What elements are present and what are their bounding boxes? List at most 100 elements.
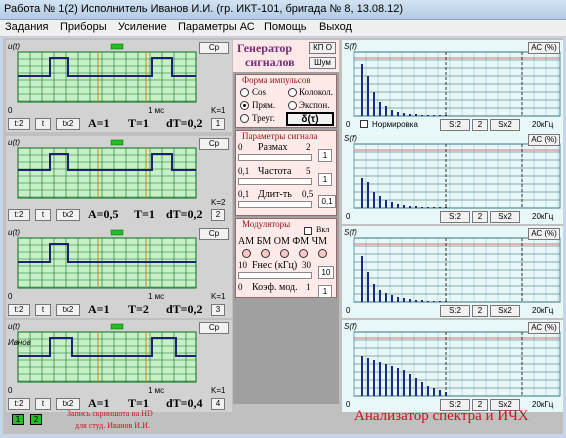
- razmah-max: 2: [306, 142, 311, 152]
- spec-s-div2-button[interactable]: S:2: [440, 211, 470, 223]
- radio-expon[interactable]: [288, 101, 297, 110]
- amplitude-value: A=0,5: [88, 207, 119, 221]
- generator-title: Генератор: [237, 41, 293, 55]
- fnes-slider[interactable]: [238, 272, 312, 279]
- checkbox-sr[interactable]: Ср: [199, 228, 229, 240]
- chastota-slider[interactable]: [238, 178, 312, 185]
- radio-chm[interactable]: [318, 249, 327, 258]
- oscilloscope-2: u(t) Ср t:2 t tx2 A=0,5 T=1 dT=0,2 K=2 2: [6, 136, 232, 228]
- time-div2-button[interactable]: t:2: [8, 304, 30, 316]
- radio-pram[interactable]: [240, 101, 249, 110]
- duration-value: dT=0,2: [166, 302, 203, 316]
- spec-s-button[interactable]: 2: [472, 211, 488, 223]
- radio-treug-label: Треуг.: [252, 113, 275, 123]
- time-div2-button[interactable]: t:2: [8, 398, 30, 410]
- radio-kolokol[interactable]: [288, 88, 297, 97]
- spec-s-div2-button[interactable]: S:2: [440, 119, 470, 131]
- ac-button[interactable]: АС (%): [528, 322, 560, 334]
- gain-button[interactable]: 1: [211, 118, 225, 130]
- gain-button[interactable]: 3: [211, 304, 225, 316]
- title-bar: Работа № 1(2) Исполнитель Иванов И.И. (г…: [0, 0, 566, 20]
- mod-types-label: АМ БМ ОМ ФМ ЧМ: [238, 236, 328, 247]
- vkl-checkbox[interactable]: [304, 227, 312, 235]
- time-x2-button[interactable]: tx2: [56, 118, 80, 130]
- gain-button[interactable]: 2: [211, 209, 225, 221]
- ac-button[interactable]: АС (%): [528, 134, 560, 146]
- checkbox-sr[interactable]: Ср: [199, 138, 229, 150]
- fnes-spin[interactable]: 10: [318, 266, 334, 279]
- oscilloscope-1: u(t) 0 1 мс Ср t:2 t tx2 A=1 T=1 dT=0,2 …: [6, 40, 232, 132]
- time-button[interactable]: t: [35, 118, 51, 130]
- spec-zero: 0: [346, 120, 351, 129]
- radio-cos[interactable]: [240, 88, 249, 97]
- checkbox-sr-label: Ср: [208, 43, 220, 52]
- checkbox-sr[interactable]: Ср: [199, 322, 229, 334]
- dlit-spin[interactable]: 0,1: [318, 195, 336, 208]
- kpo-button[interactable]: КП О: [309, 42, 336, 54]
- time-button[interactable]: t: [35, 209, 51, 221]
- radio-fm[interactable]: [299, 249, 308, 258]
- norm-checkbox[interactable]: [360, 120, 368, 128]
- menu-zadaniya[interactable]: Задания: [5, 21, 48, 33]
- gain-label: K=1: [211, 292, 226, 301]
- period-value: T=2: [128, 302, 149, 316]
- spec-s-button[interactable]: 2: [472, 305, 488, 317]
- generator-panel: Генератор сигналов КП О Шум Форма импуль…: [233, 40, 339, 404]
- razmah-slider[interactable]: [238, 154, 312, 161]
- checkbox-sr[interactable]: Ср: [199, 42, 229, 54]
- koef-spin[interactable]: 1: [318, 285, 332, 298]
- duration-value: dT=0,2: [166, 207, 203, 221]
- menu-usilenie[interactable]: Усиление: [118, 21, 167, 33]
- spec-s-div2-button[interactable]: S:2: [440, 305, 470, 317]
- ac-button[interactable]: АС (%): [528, 228, 560, 240]
- spec-freq: 20кГц: [532, 120, 554, 129]
- chastota-spin[interactable]: 1: [318, 173, 332, 186]
- gain-button[interactable]: 4: [211, 398, 225, 410]
- spec-s-x2-button[interactable]: Sx2: [490, 305, 520, 317]
- delta-button[interactable]: δ(τ): [286, 112, 334, 126]
- footer-note-2: для студ. Иванов И.И.: [75, 421, 150, 430]
- osc-t1: 1 мс: [148, 386, 165, 395]
- radio-cos-label: Cos: [252, 87, 267, 97]
- spec-s-x2-button[interactable]: Sx2: [490, 211, 520, 223]
- duration-value: dT=0,4: [166, 396, 203, 410]
- gain-label: K=1: [211, 106, 226, 115]
- time-button[interactable]: t: [35, 398, 51, 410]
- oscilloscope-3: u(t) 0 1 мс Ср t:2 t tx2 A=1 T=2 dT=0,2 …: [6, 226, 232, 318]
- radio-am[interactable]: [242, 249, 251, 258]
- footer-button-1[interactable]: 1: [12, 414, 24, 425]
- noise-button[interactable]: Шум: [309, 57, 336, 69]
- radio-treug[interactable]: [240, 114, 249, 123]
- osc-t1: 1 мс: [148, 292, 165, 301]
- time-x2-button[interactable]: tx2: [56, 304, 80, 316]
- radio-om[interactable]: [280, 249, 289, 258]
- checkbox-sr-label: Ср: [208, 229, 220, 238]
- footer-button-2[interactable]: 2: [30, 414, 42, 425]
- time-button[interactable]: t: [35, 304, 51, 316]
- spec-zero: 0: [346, 400, 351, 409]
- osc-ylabel: u(t): [8, 42, 20, 51]
- chastota-min: 0,1: [238, 166, 250, 176]
- osc-t0: 0: [8, 386, 13, 395]
- ac-button[interactable]: АС (%): [528, 42, 560, 54]
- osc-ylabel: u(t): [8, 138, 20, 147]
- menu-pomosch[interactable]: Помощь: [264, 21, 307, 33]
- chastota-label: Частота: [258, 166, 292, 177]
- menu-vyhod[interactable]: Выход: [319, 21, 352, 33]
- razmah-spin[interactable]: 1: [318, 149, 332, 162]
- osc-t0: 0: [8, 106, 13, 115]
- menu-pribory[interactable]: Приборы: [60, 21, 107, 33]
- menu-parametry-as[interactable]: Параметры АС: [178, 21, 255, 33]
- osc-extra-label: Ивнов: [8, 338, 31, 347]
- radio-bm[interactable]: [261, 249, 270, 258]
- checkbox-sr-label: Ср: [208, 323, 220, 332]
- dlit-slider[interactable]: [238, 201, 312, 208]
- time-div2-button[interactable]: t:2: [8, 209, 30, 221]
- spec-s-x2-button[interactable]: Sx2: [490, 119, 520, 131]
- pulse-form-group: Форма импульсов Cos Колокол. Прям. Экспо…: [235, 74, 337, 128]
- time-x2-button[interactable]: tx2: [56, 209, 80, 221]
- time-div2-button[interactable]: t:2: [8, 118, 30, 130]
- spec-s-button[interactable]: 2: [472, 119, 488, 131]
- footer-note-1: Запись скриншота на HD: [67, 409, 153, 418]
- vkl-label: Вкл: [316, 225, 330, 234]
